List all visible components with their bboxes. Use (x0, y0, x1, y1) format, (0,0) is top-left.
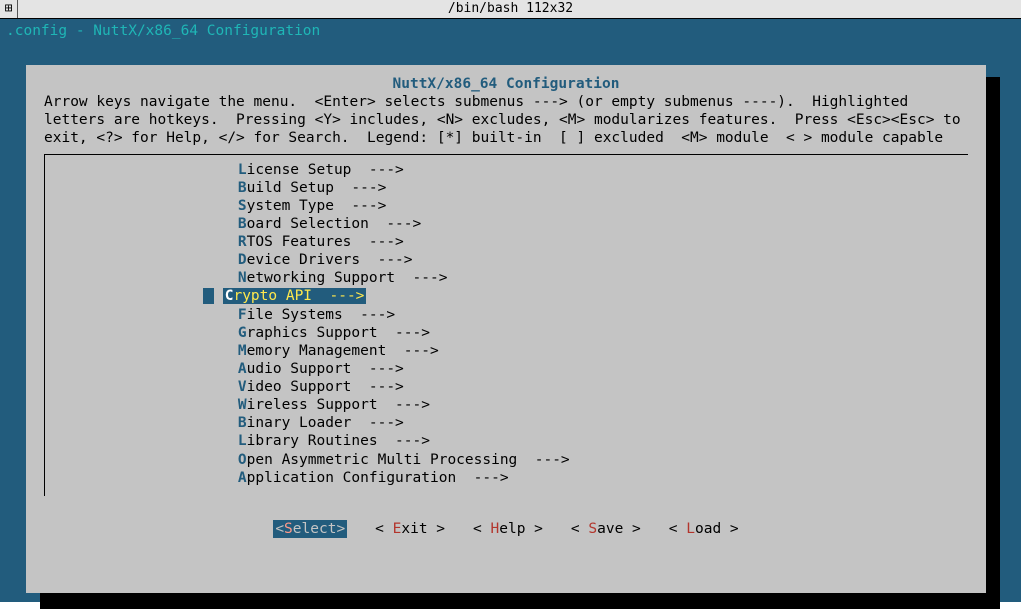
window-titlebar: ⊞ /bin/bash 112x32 (0, 0, 1021, 19)
window-title: /bin/bash 112x32 (0, 1, 1021, 17)
button-row: <Select> < Exit > < Help > < Save > < Load > (44, 520, 968, 538)
menu-item-audio[interactable]: Audio Support ---> (203, 360, 968, 378)
terminal-area: .config - NuttX/x86_64 Configuration Nut… (0, 19, 1021, 602)
dialog-help-text: Arrow keys navigate the menu. <Enter> se… (44, 93, 968, 147)
menu-item-open[interactable]: Open Asymmetric Multi Processing ---> (203, 451, 968, 469)
menu-item-device[interactable]: Device Drivers ---> (203, 251, 968, 269)
background-title: .config - NuttX/x86_64 Configuration (6, 22, 320, 40)
config-dialog: NuttX/x86_64 Configuration Arrow keys na… (26, 65, 986, 593)
menu-item-memory[interactable]: Memory Management ---> (203, 342, 968, 360)
menu-item-crypto[interactable]: Crypto API ---> (203, 287, 366, 305)
button-exit[interactable]: < Exit > (375, 520, 445, 538)
menu-list[interactable]: License Setup ---> Build Setup ---> Syst… (45, 161, 968, 487)
dialog-title: NuttX/x86_64 Configuration (44, 75, 968, 93)
menu-frame: License Setup ---> Build Setup ---> Syst… (44, 154, 968, 496)
menu-item-rtos[interactable]: RTOS Features ---> (203, 233, 968, 251)
menu-item-board[interactable]: Board Selection ---> (203, 215, 968, 233)
menu-item-binary[interactable]: Binary Loader ---> (203, 414, 968, 432)
window-menu-icon[interactable]: ⊞ (0, 0, 18, 18)
menu-item-wireless[interactable]: Wireless Support ---> (203, 396, 968, 414)
button-save[interactable]: < Save > (571, 520, 641, 538)
button-help[interactable]: < Help > (473, 520, 543, 538)
menu-item-system[interactable]: System Type ---> (203, 197, 968, 215)
button-select[interactable]: <Select> (273, 520, 347, 538)
menu-item-networking[interactable]: Networking Support ---> (203, 269, 968, 287)
button-load[interactable]: < Load > (669, 520, 739, 538)
menu-item-library[interactable]: Library Routines ---> (203, 432, 968, 450)
menu-item-video[interactable]: Video Support ---> (203, 378, 968, 396)
menu-item-license[interactable]: License Setup ---> (203, 161, 968, 179)
menu-item-application[interactable]: Application Configuration ---> (203, 469, 968, 487)
menu-item-file[interactable]: File Systems ---> (203, 306, 968, 324)
menu-item-graphics[interactable]: Graphics Support ---> (203, 324, 968, 342)
menu-item-build[interactable]: Build Setup ---> (203, 179, 968, 197)
